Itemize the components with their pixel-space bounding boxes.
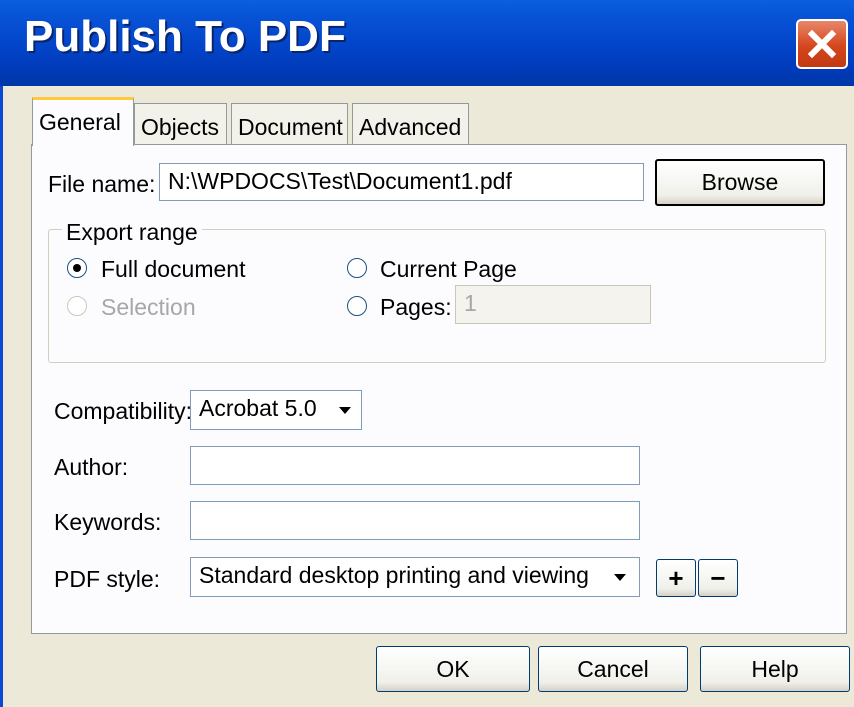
tab-panel-general — [31, 144, 847, 634]
close-icon — [807, 29, 837, 59]
tab-objects[interactable]: Objects — [134, 103, 227, 145]
tab-advanced-label: Advanced — [359, 114, 462, 140]
tab-objects-label: Objects — [141, 114, 219, 140]
window-frame-left — [0, 86, 3, 707]
tab-general-label: General — [39, 109, 121, 135]
tab-advanced[interactable]: Advanced — [352, 103, 469, 145]
tab-general[interactable]: General — [32, 97, 134, 146]
window-title: Publish To PDF — [24, 12, 346, 61]
cancel-button[interactable]: Cancel — [538, 646, 688, 692]
title-bar[interactable]: Publish To PDF — [0, 0, 854, 86]
ok-button[interactable]: OK — [376, 646, 530, 692]
tab-document-label: Document — [238, 114, 343, 140]
help-button[interactable]: Help — [700, 646, 850, 692]
tab-document[interactable]: Document — [231, 103, 348, 145]
publish-to-pdf-dialog: Publish To PDF General Objects Document … — [0, 0, 854, 707]
close-button[interactable] — [796, 19, 848, 69]
